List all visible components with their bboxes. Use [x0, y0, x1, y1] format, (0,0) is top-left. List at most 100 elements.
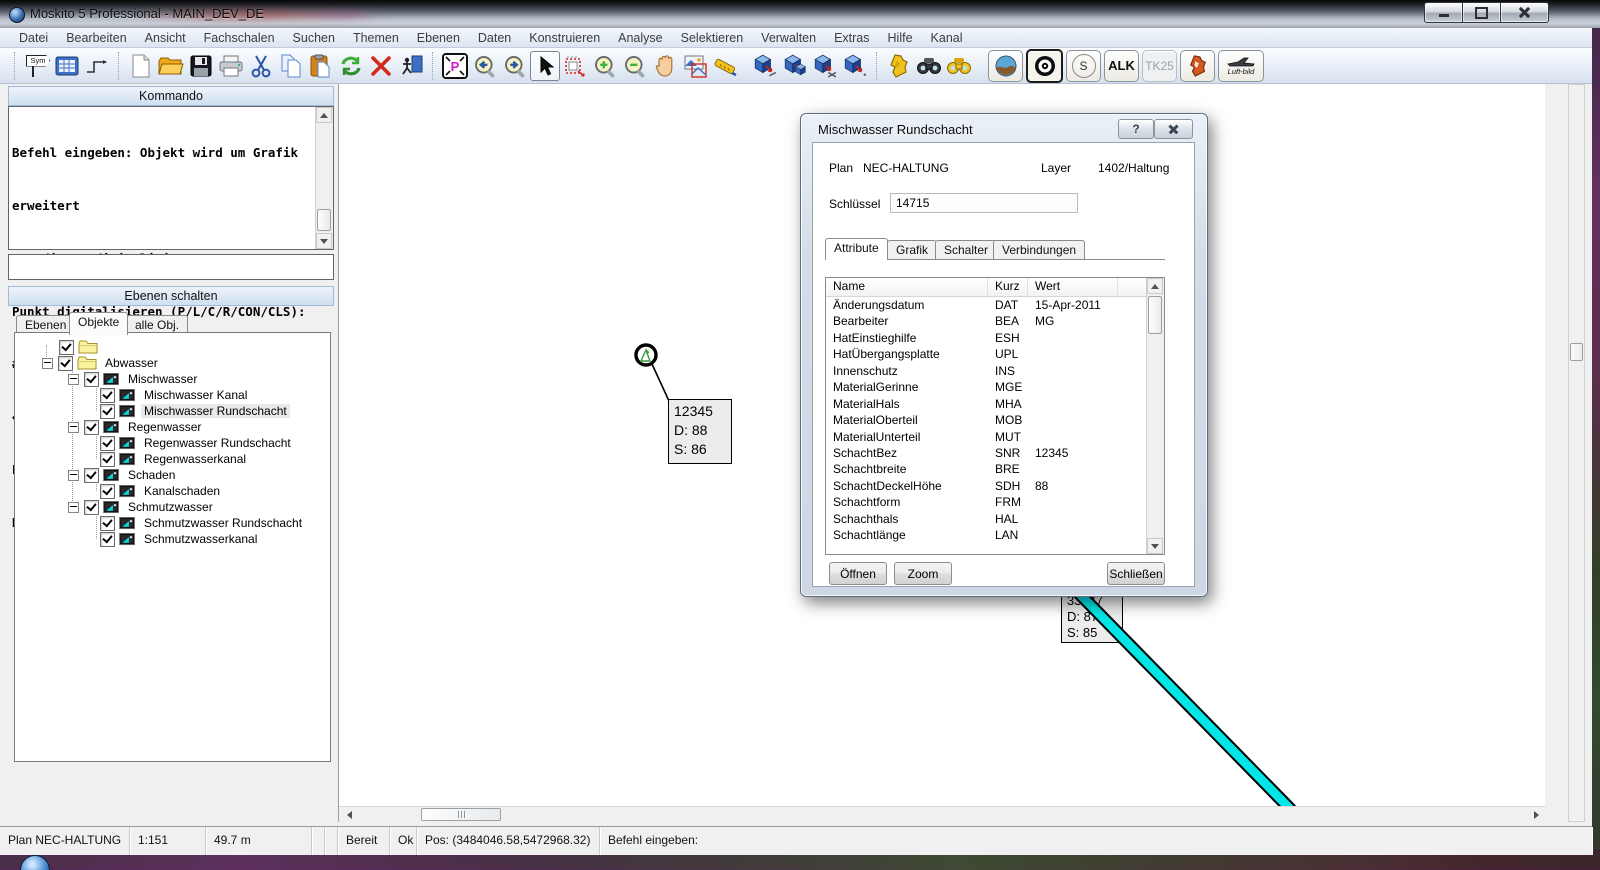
- tab-verbindungen[interactable]: Verbindungen: [993, 240, 1085, 260]
- kommando-input[interactable]: [8, 254, 334, 280]
- cut-icon[interactable]: [246, 51, 276, 81]
- scrollbar-thumb[interactable]: [421, 808, 501, 821]
- attribute-table[interactable]: Name Kurz Wert ÄnderungsdatumDAT15-Apr-2…: [825, 277, 1165, 555]
- table-row[interactable]: MaterialOberteilMOB: [826, 412, 1164, 428]
- menu-bearbeiten[interactable]: Bearbeiten: [57, 28, 135, 48]
- tab-attribute[interactable]: Attribute: [825, 238, 888, 260]
- s-mode-button[interactable]: S: [1066, 50, 1101, 82]
- tree-item-label[interactable]: Schaden: [125, 468, 178, 482]
- menu-selektieren[interactable]: Selektieren: [672, 28, 753, 48]
- cube-delete-icon[interactable]: [810, 51, 840, 81]
- target-button[interactable]: [1026, 49, 1063, 83]
- dialog-help-button[interactable]: ?: [1118, 119, 1154, 139]
- save-icon[interactable]: [186, 51, 216, 81]
- layer-checkbox[interactable]: [100, 388, 115, 403]
- table-row[interactable]: SchachtDeckelHöheSDH88: [826, 478, 1164, 494]
- tree-item-label[interactable]: Abwasser: [102, 356, 161, 370]
- cube-line-icon[interactable]: [750, 51, 780, 81]
- menu-kanal[interactable]: Kanal: [922, 28, 972, 48]
- capture-area-icon[interactable]: [680, 51, 710, 81]
- tree-item-label[interactable]: Schmutzwasser Rundschacht: [141, 516, 305, 530]
- menu-konstruieren[interactable]: Konstruieren: [520, 28, 609, 48]
- paste-icon[interactable]: [306, 51, 336, 81]
- table-row[interactable]: ÄnderungsdatumDAT15-Apr-2011: [826, 297, 1164, 313]
- scroll-down-button[interactable]: [316, 233, 332, 249]
- select-arrow-icon[interactable]: [530, 51, 560, 81]
- table-row[interactable]: HatEinstieghilfeESH: [826, 330, 1164, 346]
- cube-copy-icon[interactable]: [780, 51, 810, 81]
- layer-checkbox[interactable]: [84, 500, 99, 515]
- zoom-button[interactable]: Zoom: [894, 562, 952, 585]
- canvas-horizontal-scrollbar[interactable]: [339, 806, 1545, 822]
- globe-button[interactable]: [988, 50, 1023, 82]
- refresh-icon[interactable]: [336, 51, 366, 81]
- polyline-icon[interactable]: [82, 51, 112, 81]
- map-red-button[interactable]: [1180, 50, 1215, 82]
- data-table-icon[interactable]: [52, 51, 82, 81]
- schluessel-input[interactable]: 14715: [890, 193, 1078, 213]
- canvas-vertical-scrollbar[interactable]: [1568, 84, 1585, 822]
- zoom-previous-icon[interactable]: [470, 51, 500, 81]
- layer-checkbox[interactable]: [84, 468, 99, 483]
- scroll-down-button[interactable]: [1147, 538, 1163, 554]
- binoculars-yellow-icon[interactable]: [944, 51, 974, 81]
- schliessen-button[interactable]: Schließen: [1107, 562, 1165, 585]
- luftbild-button[interactable]: Luft-­bild: [1218, 50, 1264, 82]
- table-row[interactable]: SchachtformFRM: [826, 494, 1164, 510]
- table-row[interactable]: SchachtbreiteBRE: [826, 461, 1164, 477]
- grid-select-icon[interactable]: [560, 51, 590, 81]
- layer-checkbox[interactable]: [84, 420, 99, 435]
- restore-button[interactable]: [1462, 2, 1501, 23]
- minimize-button[interactable]: [1424, 2, 1463, 23]
- menu-daten[interactable]: Daten: [469, 28, 520, 48]
- binoculars-dark-icon[interactable]: [914, 51, 944, 81]
- manhole-symbol[interactable]: [636, 345, 656, 365]
- layer-checkbox[interactable]: [58, 356, 73, 371]
- tree-item-label[interactable]: Kanalschaden: [141, 484, 223, 498]
- zoom-out-icon[interactable]: [620, 51, 650, 81]
- close-button[interactable]: [1500, 2, 1549, 23]
- menu-verwalten[interactable]: Verwalten: [752, 28, 825, 48]
- attribute-table-header[interactable]: Name Kurz Wert: [826, 278, 1164, 297]
- copy-icon[interactable]: [276, 51, 306, 81]
- table-row[interactable]: BearbeiterBEAMG: [826, 313, 1164, 329]
- new-document-icon[interactable]: [126, 51, 156, 81]
- layer-checkbox[interactable]: [59, 340, 74, 355]
- layer-checkbox[interactable]: [100, 452, 115, 467]
- zoom-in-icon[interactable]: [590, 51, 620, 81]
- column-header-kurz[interactable]: Kurz: [988, 278, 1028, 296]
- tree-item-label-selected[interactable]: Mischwasser Rundschacht: [141, 404, 290, 418]
- table-row[interactable]: SchachtBezSNR12345: [826, 445, 1164, 461]
- tree-item-label[interactable]: Regenwasser Rundschacht: [141, 436, 294, 450]
- layer-checkbox[interactable]: [100, 532, 115, 547]
- zoom-plan-icon[interactable]: P: [440, 51, 470, 81]
- table-row[interactable]: SchachthalsHAL: [826, 511, 1164, 527]
- map-overview-icon[interactable]: [884, 51, 914, 81]
- tree-item-label[interactable]: Schmutzwasser: [125, 500, 216, 514]
- scroll-up-button[interactable]: [1147, 278, 1163, 294]
- scroll-left-button[interactable]: [341, 808, 357, 821]
- dialog-close-button[interactable]: [1154, 119, 1193, 139]
- collapse-expander[interactable]: [42, 358, 53, 369]
- scrollbar-thumb[interactable]: [1148, 296, 1162, 334]
- column-header-wert[interactable]: Wert: [1028, 278, 1118, 296]
- table-row[interactable]: SchachtlängeLAN: [826, 527, 1164, 543]
- tab-grafik[interactable]: Grafik: [887, 240, 937, 260]
- layer-checkbox[interactable]: [84, 372, 99, 387]
- scrollbar-thumb[interactable]: [317, 209, 331, 231]
- table-row[interactable]: HatÜbergangsplatteUPL: [826, 346, 1164, 362]
- layer-checkbox[interactable]: [100, 404, 115, 419]
- kommando-scrollbar[interactable]: [315, 107, 333, 249]
- menu-fachschalen[interactable]: Fachschalen: [195, 28, 284, 48]
- table-row[interactable]: MaterialUnterteilMUT: [826, 429, 1164, 445]
- layer-checkbox[interactable]: [100, 436, 115, 451]
- tree-item-label[interactable]: Regenwasserkanal: [141, 452, 249, 466]
- table-row[interactable]: MaterialHalsMHA: [826, 396, 1164, 412]
- zoom-next-icon[interactable]: [500, 51, 530, 81]
- delete-icon[interactable]: [366, 51, 396, 81]
- scrollbar-thumb[interactable]: [1570, 343, 1583, 361]
- oeffnen-button[interactable]: Öffnen: [829, 562, 887, 585]
- menu-suchen[interactable]: Suchen: [284, 28, 344, 48]
- menu-ebenen[interactable]: Ebenen: [408, 28, 469, 48]
- tree-item-label[interactable]: Mischwasser Kanal: [141, 388, 250, 402]
